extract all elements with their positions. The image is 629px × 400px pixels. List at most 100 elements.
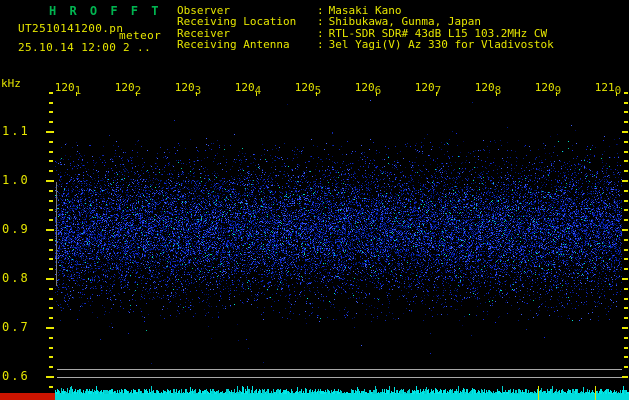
y-major-tick-right	[621, 376, 628, 378]
y-minor-tick-right	[624, 219, 628, 221]
y-axis-label: 1.0	[2, 173, 30, 187]
noise-level-strip-canvas	[55, 384, 629, 400]
reference-line-upper	[57, 369, 622, 370]
x-axis-label-hour: 120	[234, 81, 255, 94]
x-axis-label: 1204	[233, 81, 263, 97]
x-axis-label-hour: 120	[474, 81, 495, 94]
y-minor-tick	[49, 170, 53, 172]
y-minor-tick	[49, 160, 53, 162]
y-major-tick	[46, 278, 54, 280]
app-title: H R O F F T	[49, 4, 162, 18]
x-axis-label: 1203	[173, 81, 203, 97]
y-minor-tick-right	[624, 209, 628, 211]
datetime-label: 25.10.14 12:00	[18, 41, 117, 54]
x-axis-label: 1202	[113, 81, 143, 97]
y-minor-tick	[49, 102, 53, 104]
y-major-tick	[46, 229, 54, 231]
station-info-table: Observer: Masaki Kano Receiving Location: S…	[177, 5, 554, 51]
y-minor-tick	[49, 337, 53, 339]
y-minor-tick	[49, 298, 53, 300]
station-info-row: Receiving Antenna:3el Yagi(V) Az 330 for…	[177, 38, 554, 52]
y-minor-tick	[49, 151, 53, 153]
y-minor-tick	[49, 258, 53, 260]
y-minor-tick-right	[624, 366, 628, 368]
x-axis-label-hour: 120	[114, 81, 135, 94]
y-axis-label: 0.7	[2, 320, 30, 334]
x-axis-label-hour: 120	[354, 81, 375, 94]
y-major-tick-right	[621, 131, 628, 133]
y-minor-tick-right	[624, 258, 628, 260]
y-minor-tick-right	[624, 298, 628, 300]
y-minor-tick	[49, 347, 53, 349]
station-info-colon: :	[317, 38, 324, 52]
y-minor-tick	[49, 288, 53, 290]
x-axis-label-hour: 120	[174, 81, 195, 94]
y-minor-tick	[49, 386, 53, 388]
hrofft-window: H R O F F T UT2510141200.pn meteor 25.10…	[0, 0, 629, 400]
y-major-tick	[46, 327, 54, 329]
y-axis-label: 0.6	[2, 369, 30, 383]
y-minor-tick	[49, 121, 53, 123]
station-info-value: 3el Yagi(V) Az 330 for Vladivostok	[328, 38, 554, 52]
spectrogram-canvas	[55, 96, 622, 390]
y-minor-tick-right	[624, 249, 628, 251]
x-axis-label: 1208	[473, 81, 503, 97]
y-major-tick-right	[621, 180, 628, 182]
y-minor-tick-right	[624, 92, 628, 94]
x-axis-label-hour: 121	[594, 81, 615, 94]
y-minor-tick	[49, 307, 53, 309]
y-minor-tick	[49, 200, 53, 202]
x-axis-label: 1201	[53, 81, 83, 97]
y-minor-tick-right	[624, 141, 628, 143]
x-axis-label-hour: 120	[54, 81, 75, 94]
y-major-tick	[46, 376, 54, 378]
corner-level-block	[0, 393, 55, 400]
y-major-tick-right	[621, 229, 628, 231]
y-minor-tick-right	[624, 160, 628, 162]
x-axis-label: 1205	[293, 81, 323, 97]
y-axis-label: 1.1	[2, 124, 30, 138]
x-axis-label-hour: 120	[414, 81, 435, 94]
x-axis-label-hour: 120	[534, 81, 555, 94]
x-axis-label: 1207	[413, 81, 443, 97]
y-minor-tick-right	[624, 190, 628, 192]
y-major-tick	[46, 131, 54, 133]
y-minor-tick-right	[624, 200, 628, 202]
y-minor-tick-right	[624, 307, 628, 309]
y-minor-tick	[49, 317, 53, 319]
station-info-label: Receiving Antenna	[177, 38, 290, 52]
x-axis-label: 1206	[353, 81, 383, 97]
y-axis-label: 0.8	[2, 271, 30, 285]
reference-line-lower	[57, 377, 622, 378]
y-axis-unit-label: kHz	[1, 77, 21, 90]
y-minor-tick-right	[624, 268, 628, 270]
y-minor-tick-right	[624, 121, 628, 123]
y-minor-tick-right	[624, 356, 628, 358]
y-major-tick-right	[621, 278, 628, 280]
y-minor-tick	[49, 219, 53, 221]
counter-label: 2 ..	[123, 41, 152, 54]
x-axis-label-hour: 120	[294, 81, 315, 94]
y-minor-tick	[49, 249, 53, 251]
y-minor-tick-right	[624, 347, 628, 349]
y-minor-tick	[49, 366, 53, 368]
y-axis-label: 0.9	[2, 222, 30, 236]
y-minor-tick-right	[624, 111, 628, 113]
y-minor-tick-right	[624, 317, 628, 319]
event-marker-line	[538, 386, 539, 400]
y-minor-tick	[49, 190, 53, 192]
y-minor-tick-right	[624, 170, 628, 172]
y-minor-tick	[49, 268, 53, 270]
y-minor-tick	[49, 356, 53, 358]
y-minor-tick-right	[624, 151, 628, 153]
y-minor-tick-right	[624, 288, 628, 290]
y-minor-tick	[49, 141, 53, 143]
y-minor-tick-right	[624, 102, 628, 104]
x-axis-label: 1210	[593, 81, 623, 97]
event-marker-line	[595, 386, 596, 400]
y-minor-tick	[49, 92, 53, 94]
spectrogram-left-edge-line	[56, 182, 57, 286]
output-filename: UT2510141200.pn	[18, 22, 124, 35]
y-minor-tick-right	[624, 337, 628, 339]
y-minor-tick	[49, 239, 53, 241]
